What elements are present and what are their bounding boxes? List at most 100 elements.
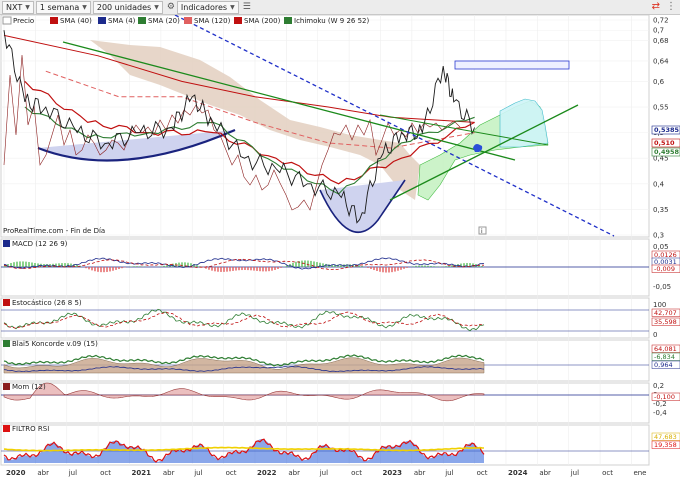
stochastic-y-tick: 100: [653, 301, 666, 309]
macd-histogram-bar: [217, 267, 219, 272]
indicator-title: MACD (12 26 9): [12, 240, 68, 248]
period-selector[interactable]: 1 semana ▼: [35, 0, 91, 14]
macd-histogram-bar: [85, 267, 87, 269]
indicator-value-tag: 64,081: [654, 345, 677, 353]
indicator-swatch: [3, 240, 10, 247]
indicators-label: Indicadores: [180, 2, 228, 12]
macd-histogram-bar: [118, 267, 120, 270]
indicator-value-tag: 35,598: [654, 318, 677, 326]
x-tick-label: jul: [319, 469, 328, 477]
macd-histogram-bar: [361, 265, 363, 267]
macd-histogram-bar: [358, 265, 360, 267]
macd-histogram-bar: [439, 266, 441, 267]
macd-histogram-bar: [226, 267, 228, 272]
macd-histogram-bar: [250, 267, 252, 271]
legend-sma20-swatch: [138, 17, 146, 24]
units-label: 200 unidades: [96, 2, 152, 12]
macd-histogram-bar: [97, 267, 99, 272]
momentum-y-tick: 0,2: [653, 382, 664, 390]
sub-axes: 0,050-0,0510000,20-0,2-0,40,01260,0031-0…: [651, 243, 680, 449]
y-tick-label: 0,3: [653, 232, 664, 240]
units-selector[interactable]: 200 unidades ▼: [92, 0, 163, 14]
macd-histogram-bar: [136, 266, 138, 267]
macd-histogram-bar: [412, 266, 414, 267]
macd-histogram-bar: [163, 265, 165, 267]
macd-histogram-bar: [13, 262, 15, 267]
macd-histogram-bar: [406, 267, 408, 268]
menu-icon[interactable]: ☰: [243, 2, 251, 12]
macd-histogram-bar: [394, 267, 396, 272]
y-tick-label: 0,55: [653, 104, 669, 112]
indicator-value-tag: -0,009: [654, 265, 675, 273]
x-axis: 2020 abr jul oct 2021 abr jul oct 2022 abr jul oct 2…: [6, 469, 647, 477]
x-tick-label: 2021: [131, 469, 151, 477]
x-tick-label: jul: [68, 469, 77, 477]
macd-histogram-bar: [307, 260, 309, 267]
macd-histogram-bar: [427, 265, 429, 267]
indicator-value-tag: 0,964: [654, 361, 673, 369]
legend-sma120-swatch: [184, 17, 192, 24]
x-tick-label: abr: [414, 469, 426, 477]
macd-histogram-bar: [310, 260, 312, 267]
macd-histogram-bar: [241, 267, 243, 271]
macd-histogram-bar: [160, 266, 162, 267]
macd-histogram-bar: [316, 262, 318, 267]
x-tick-label: abr: [288, 469, 300, 477]
indicator-title: Blai5 Koncorde v.09 (15): [12, 340, 98, 348]
macd-histogram-bar: [379, 267, 381, 272]
macd-histogram-bar: [436, 266, 438, 267]
x-tick-label: 2020: [6, 469, 26, 477]
indicator-value-tag: 47,683: [654, 433, 677, 441]
price-tag-label: 0,4958: [654, 148, 680, 156]
indicator-title: Mom (12): [12, 383, 46, 391]
indicators-button[interactable]: Indicadores ▼: [176, 0, 239, 14]
macd-histogram-bar: [103, 267, 105, 273]
macd-y-tick: -0,05: [653, 283, 671, 291]
toolbar: NXT ▼ 1 semana ▼ 200 unidades ▼ ⚙ Indicador…: [0, 0, 680, 15]
legend-ichimoku-swatch: [284, 17, 292, 24]
macd-histogram-bar: [112, 267, 114, 271]
legend-toggle-icon[interactable]: [2, 16, 12, 25]
target-rectangle: [454, 60, 570, 70]
legend-sma200: SMA (200): [244, 17, 281, 25]
macd-histogram-bar: [385, 267, 387, 273]
macd-histogram-bar: [16, 261, 18, 267]
macd-histogram-bar: [115, 267, 117, 270]
x-tick-label: ene: [633, 469, 646, 477]
settings-icon[interactable]: ⚙: [167, 2, 175, 12]
macd-histogram-bar: [295, 261, 297, 267]
legend-sma20: SMA (20): [148, 17, 180, 25]
macd-histogram-bar: [400, 267, 402, 270]
macd-histogram-bar: [268, 267, 270, 272]
price-tag-label: 0,510: [654, 139, 675, 147]
macd-histogram-bar: [247, 267, 249, 271]
legend-ichimoku: Ichimoku (W 9 26 52): [294, 17, 369, 25]
macd-histogram-bar: [28, 262, 30, 267]
chevron-down-icon: ▼: [230, 3, 235, 11]
macd-histogram-bar: [220, 267, 222, 272]
legend-sma200-swatch: [234, 17, 242, 24]
indicator-swatch: [3, 383, 10, 390]
macd-histogram-bar: [223, 267, 225, 272]
x-tick-label: oct: [602, 469, 613, 477]
macd-histogram-bar: [367, 267, 369, 268]
macd-histogram-bar: [370, 267, 372, 269]
ticker-selector[interactable]: NXT ▼: [2, 0, 34, 14]
price-tags: 0,5385 0,5100,4958: [651, 125, 680, 157]
macd-histogram-bar: [430, 265, 432, 267]
indicator-value-tag: -0,100: [654, 393, 675, 401]
macd-histogram-bar: [253, 267, 255, 271]
macd-histogram-bar: [382, 267, 384, 273]
chevron-down-icon: ▼: [82, 3, 87, 11]
y-tick-label: 0,6: [653, 78, 665, 86]
x-tick-label: oct: [351, 469, 362, 477]
alert-icon[interactable]: ⇄: [652, 1, 660, 12]
more-icon[interactable]: ⋮: [666, 1, 676, 12]
macd-histogram-bar: [418, 265, 420, 267]
period-label: 1 semana: [39, 2, 80, 12]
indicator-swatch: [3, 425, 10, 432]
legend-sma40: SMA (40): [60, 17, 92, 25]
macd-histogram-bar: [235, 267, 237, 271]
macd-histogram-bar: [442, 266, 444, 267]
legend-sma120: SMA (120): [194, 17, 231, 25]
